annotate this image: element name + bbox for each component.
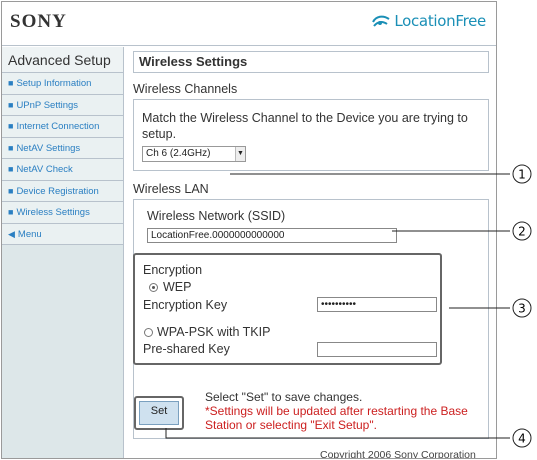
ssid-label: Wireless Network (SSID): [147, 209, 286, 223]
save-instruction: Select "Set" to save changes.: [205, 390, 363, 404]
wireless-lan-heading: Wireless LAN: [133, 182, 209, 196]
bullet-icon: ■: [8, 99, 14, 110]
wpa-radio[interactable]: [144, 328, 153, 337]
encryption-key-input[interactable]: ••••••••••: [317, 297, 437, 312]
encryption-key-label: Encryption Key: [143, 298, 228, 312]
bullet-icon: ■: [8, 142, 14, 153]
back-arrow-icon: ◀: [8, 228, 15, 239]
wireless-channels-box: Match the Wireless Channel to the Device…: [133, 99, 489, 171]
main-panel: Wireless Settings Wireless Channels Matc…: [125, 47, 496, 458]
sidebar-item-label: Device Registration: [16, 185, 99, 197]
bullet-icon: ■: [8, 185, 14, 196]
encryption-heading: Encryption: [143, 263, 203, 277]
sony-brand: SONY: [10, 11, 67, 32]
pre-shared-key-label: Pre-shared Key: [143, 342, 230, 356]
sidebar-item-device-registration[interactable]: ■ Device Registration: [2, 180, 123, 202]
wep-label: WEP: [163, 280, 192, 294]
sidebar-item-label: Wireless Settings: [16, 207, 90, 218]
sidebar-item-setup-information[interactable]: ■ Setup Information: [2, 73, 123, 95]
set-button-frame: Set: [134, 396, 184, 430]
sidebar-item-netav-check[interactable]: ■ NetAV Check: [2, 159, 123, 181]
sidebar-item-netav-settings[interactable]: ■ NetAV Settings: [2, 137, 123, 159]
callout-number: 1: [518, 168, 526, 182]
bullet-icon: ■: [8, 121, 14, 131]
sidebar: Advanced Setup ■ Setup Information ■ UPnP …: [2, 47, 124, 458]
channel-select-value: Ch 6 (2.4GHz): [146, 148, 211, 159]
channels-description: Match the Wireless Channel to the Device…: [142, 111, 468, 141]
locationfree-logo-icon: [372, 15, 390, 27]
bullet-icon: ■: [8, 78, 14, 88]
wireless-channels-heading: Wireless Channels: [133, 82, 238, 96]
bullet-icon: ■: [8, 164, 14, 174]
logo-text: LocationFree: [394, 12, 486, 30]
wep-radio[interactable]: [149, 283, 158, 292]
sidebar-item-label: NetAV Settings: [16, 142, 81, 154]
ssid-input[interactable]: LocationFree.0000000000000: [147, 228, 397, 243]
sidebar-item-internet-connection[interactable]: ■ Internet Connection: [2, 116, 123, 138]
locationfree-logo: LocationFree: [371, 12, 486, 30]
sidebar-item-label: NetAV Check: [16, 164, 73, 175]
channel-select[interactable]: Ch 6 (2.4GHz) ▼: [142, 146, 246, 162]
callout-number: 2: [518, 225, 526, 239]
save-note: *Settings will be updated after restarti…: [205, 404, 468, 432]
encryption-group: Encryption WEP Encryption Key ••••••••••…: [133, 253, 442, 365]
chevron-down-icon: ▼: [235, 147, 245, 161]
sidebar-title: Advanced Setup: [2, 47, 123, 73]
callout-number: 4: [518, 432, 526, 446]
pre-shared-key-input[interactable]: [317, 342, 437, 357]
sidebar-item-wireless-settings[interactable]: ■ Wireless Settings: [2, 202, 123, 224]
set-button[interactable]: Set: [139, 401, 179, 425]
callout-number: 3: [518, 302, 526, 316]
sidebar-item-label: Internet Connection: [16, 121, 100, 132]
sidebar-item-label: Menu: [17, 228, 42, 240]
sidebar-item-menu[interactable]: ◀ Menu: [2, 223, 123, 245]
page-title: Wireless Settings: [133, 51, 489, 73]
setup-window: SONY LocationFree Advanced Setup ■ Setup …: [1, 1, 497, 459]
bullet-icon: ■: [8, 207, 14, 217]
sidebar-item-upnp-settings[interactable]: ■ UPnP Settings: [2, 94, 123, 116]
sidebar-item-label: UPnP Settings: [16, 99, 79, 111]
sidebar-item-label: Setup Information: [16, 78, 92, 89]
wpa-label: WPA-PSK with TKIP: [157, 325, 271, 339]
copyright-footer: Copyright 2006 Sony Corporation: [320, 449, 476, 459]
header-bar: SONY LocationFree: [2, 2, 496, 46]
